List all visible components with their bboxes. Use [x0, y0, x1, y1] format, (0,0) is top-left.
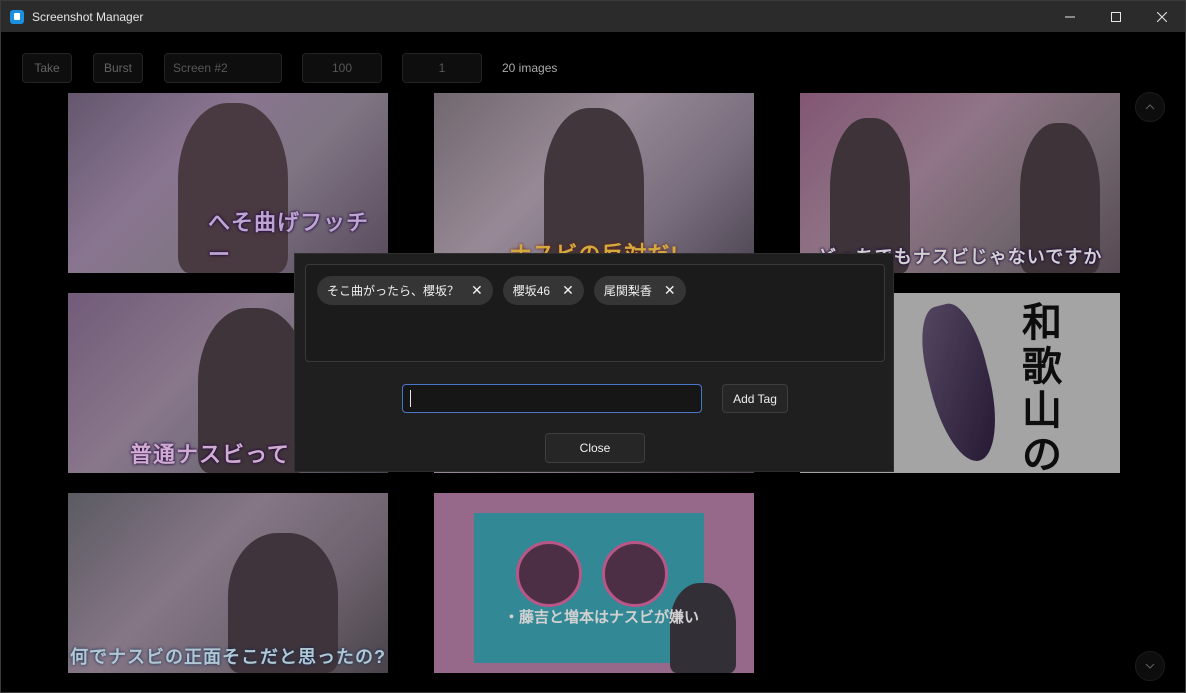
tag-chip: 尾関梨香 ✕	[593, 276, 686, 305]
remove-tag-icon[interactable]: ✕	[471, 282, 483, 299]
title-bar: Screenshot Manager	[1, 1, 1185, 32]
maximize-icon	[1111, 11, 1121, 22]
minimize-button[interactable]	[1047, 1, 1093, 32]
remove-tag-icon[interactable]: ✕	[562, 282, 574, 299]
tag-label: そこ曲がったら、櫻坂？	[327, 284, 460, 298]
tag-label: 尾関梨香	[603, 284, 652, 298]
app-window: Screenshot Manager Take Burst Screen #2 …	[0, 0, 1186, 693]
tag-label: 櫻坂46	[512, 284, 551, 298]
window-title: Screenshot Manager	[32, 9, 144, 24]
tag-dialog: そこ曲がったら、櫻坂？ ✕ 櫻坂46 ✕ 尾関梨香 ✕ Add Tag Clos…	[294, 253, 894, 472]
close-dialog-button[interactable]: Close	[545, 433, 645, 463]
tag-chip: 櫻坂46 ✕	[502, 276, 584, 305]
remove-tag-icon[interactable]: ✕	[664, 282, 676, 299]
close-window-button[interactable]	[1139, 1, 1185, 32]
minimize-icon	[1065, 16, 1075, 17]
close-icon	[1157, 11, 1167, 22]
tag-list: そこ曲がったら、櫻坂？ ✕ 櫻坂46 ✕ 尾関梨香 ✕	[305, 264, 885, 362]
add-tag-button[interactable]: Add Tag	[722, 384, 788, 413]
text-caret	[410, 390, 411, 407]
maximize-button[interactable]	[1093, 1, 1139, 32]
tag-input[interactable]	[402, 384, 702, 413]
app-icon	[10, 9, 24, 24]
tag-chip: そこ曲がったら、櫻坂？ ✕	[317, 276, 493, 305]
window-controls	[1047, 1, 1185, 32]
